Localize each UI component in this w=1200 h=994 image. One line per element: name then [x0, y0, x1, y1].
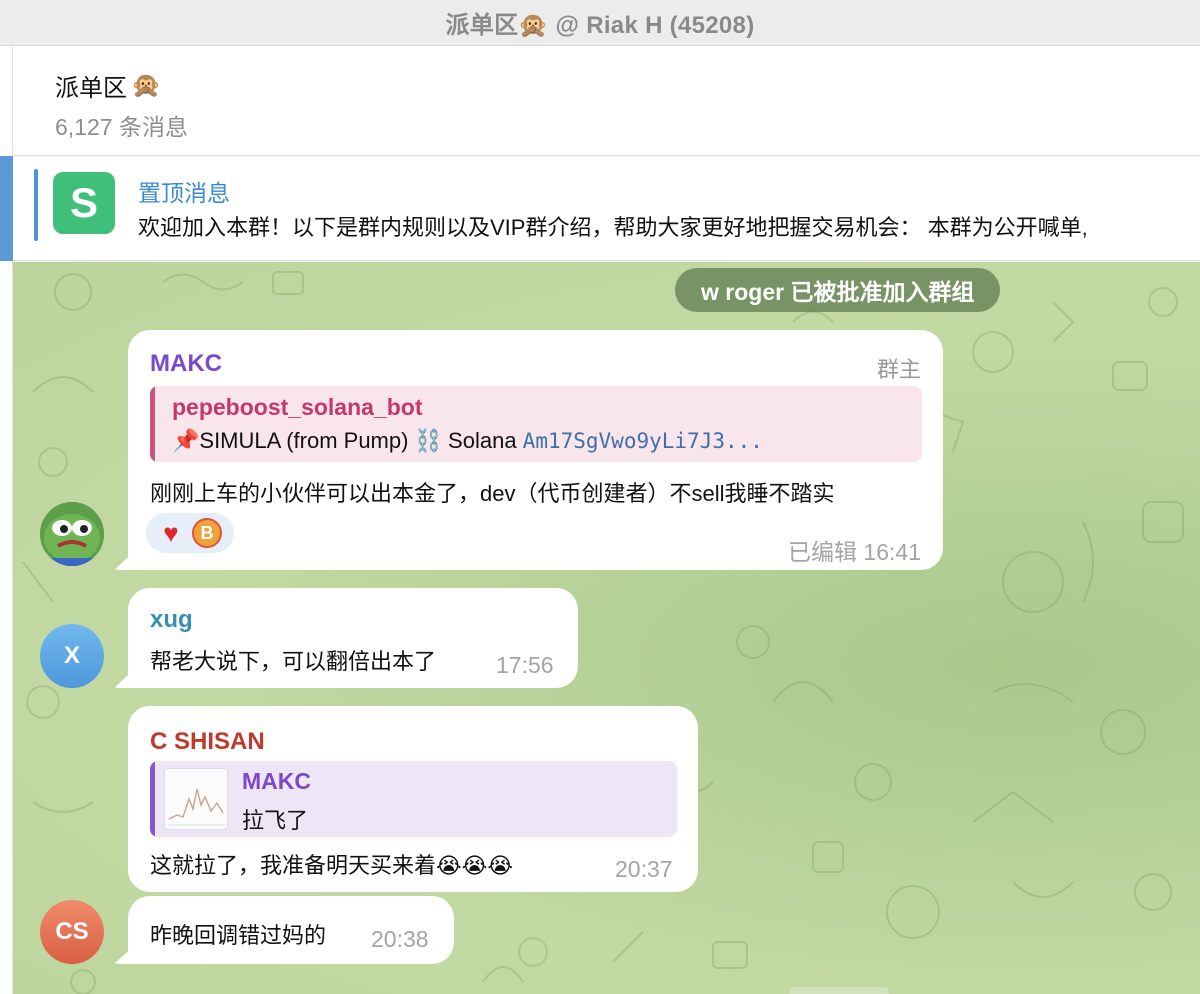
quote-indicator	[150, 386, 155, 462]
pinned-indicator	[34, 169, 38, 241]
forwarded-quote[interactable]: pepeboost_solana_bot 📌SIMULA (from Pump)…	[150, 386, 922, 462]
message-count: 6,127 条消息	[55, 114, 188, 140]
monkey-emoji-icon: 🙊	[131, 72, 161, 99]
chat-area[interactable]: w roger 已被批准加入群组 X CS MAKC 群主 pepeboost_…	[13, 262, 1200, 994]
chat-header[interactable]: 派单区 🙊 6,127 条消息	[13, 46, 1200, 156]
heart-reaction-icon[interactable]: ♥	[156, 518, 186, 548]
message-text: 昨晚回调错过妈的	[150, 923, 327, 948]
bitcoin-reaction-icon[interactable]: B	[192, 518, 222, 548]
quote-text: 📌SIMULA (from Pump) ⛓️ Solana Am17SgVwo9…	[172, 428, 763, 454]
message-bubble-makc[interactable]: MAKC 群主 pepeboost_solana_bot 📌SIMULA (fr…	[114, 330, 943, 570]
left-panel-accent	[0, 156, 13, 261]
s-logo-icon: S	[69, 179, 98, 226]
timestamp: 20:37	[615, 856, 673, 882]
quote-sender: MAKC	[242, 768, 311, 794]
sender-name[interactable]: C SHISAN	[150, 728, 265, 756]
chat-title: 派单区 🙊	[55, 68, 161, 103]
message-text: 帮老大说下，可以翻倍出本了	[150, 649, 437, 674]
reactions-bar[interactable]: ♥ B	[146, 513, 234, 553]
window-title: 派单区🙊 @ Riak H (45208)	[445, 12, 755, 39]
pinned-label: 置顶消息	[138, 180, 230, 206]
message-bubble-c-shisan[interactable]: C SHISAN MAKC 拉飞了 这就拉了，我准备明天买来着😭😭😭 20:37	[128, 706, 698, 892]
avatar-c-shisan[interactable]: CS	[40, 900, 104, 964]
sender-name[interactable]: MAKC	[150, 350, 222, 378]
message-text: 刚刚上车的小伙伴可以出本金了，dev（代币创建者）不sell我睡不踏实	[150, 481, 835, 506]
pinned-message-bar[interactable]: S 置顶消息 欢迎加入本群！以下是群内规则以及VIP群介绍，帮助大家更好地把握交…	[13, 157, 1200, 261]
avatar-pepe[interactable]	[40, 502, 104, 566]
pinned-text: 欢迎加入本群！以下是群内规则以及VIP群介绍，帮助大家更好地把握交易机会： 本群…	[138, 215, 1088, 240]
message-bubble-c-shisan-2[interactable]: 昨晚回调错过妈的 20:38	[114, 896, 454, 964]
message-text: 这就拉了，我准备明天买来着😭😭😭	[150, 853, 514, 878]
sender-name[interactable]: xug	[150, 606, 193, 634]
quote-text-main: 📌SIMULA (from Pump) ⛓️ Solana	[172, 428, 523, 453]
message-bubble-xug[interactable]: xug 帮老大说下，可以翻倍出本了 17:56	[114, 588, 578, 688]
price-chart-icon	[168, 788, 225, 826]
reply-quote[interactable]: MAKC 拉飞了	[150, 761, 677, 837]
window-titlebar: 派单区🙊 @ Riak H (45208)	[0, 0, 1200, 46]
timestamp: 17:56	[496, 652, 554, 678]
timestamp: 20:38	[371, 926, 429, 952]
quote-text: 拉飞了	[242, 808, 309, 833]
pinned-thumbnail: S	[53, 172, 115, 234]
chat-title-text: 派单区	[55, 75, 127, 102]
join-approved-notice: w roger 已被批准加入群组	[675, 268, 1001, 312]
quote-indicator	[150, 761, 155, 837]
owner-badge: 群主	[876, 357, 921, 382]
token-address: Am17SgVwo9yLi7J3...	[522, 429, 763, 453]
edited-timestamp: 已编辑 16:41	[788, 539, 921, 565]
chart-thumbnail	[164, 768, 228, 830]
scroll-to-bottom-button[interactable]	[789, 987, 889, 994]
quote-sender: pepeboost_solana_bot	[172, 394, 423, 420]
avatar-xug[interactable]: X	[40, 624, 104, 688]
pepe-frog-icon	[40, 502, 104, 566]
